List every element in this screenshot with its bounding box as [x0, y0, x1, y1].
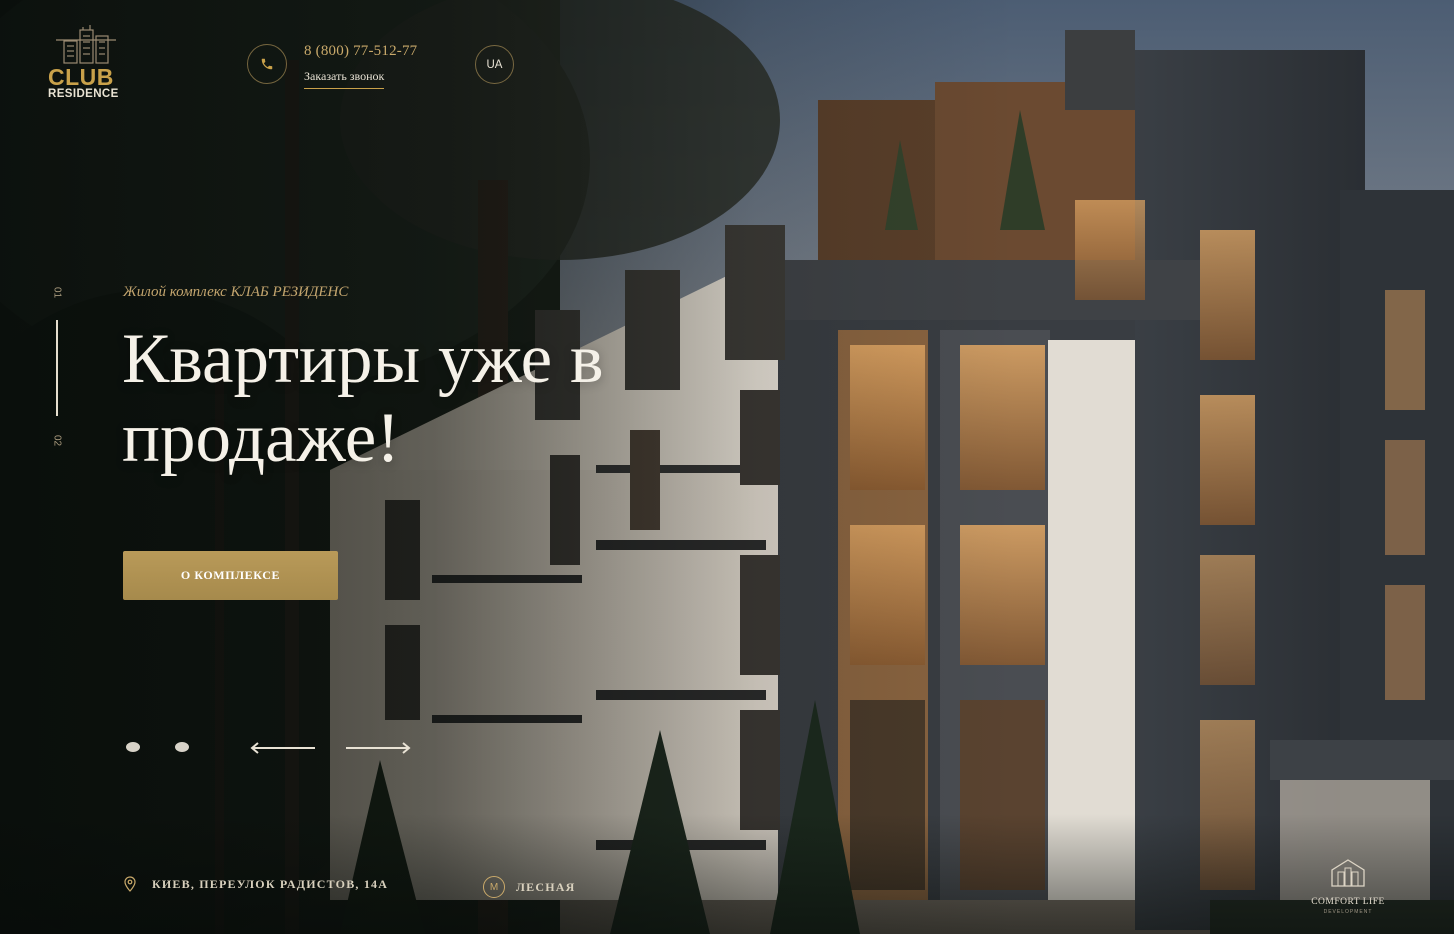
location-pin-icon — [124, 876, 136, 892]
metro-icon: M — [483, 876, 505, 898]
phone-number[interactable]: 8 (800) 77-512-77 — [304, 43, 417, 60]
footer-shade — [0, 814, 1454, 934]
metro-station: ЛЕСНАЯ — [516, 879, 576, 894]
phone-icon — [261, 58, 273, 70]
language-switch[interactable]: UA — [475, 45, 514, 84]
arrow-right-icon[interactable] — [345, 738, 411, 758]
logo-word: CLUB — [48, 64, 114, 90]
about-complex-button[interactable]: О КОМПЛЕКСЕ — [123, 551, 338, 600]
hero-headline: Квартиры уже в продаже! — [122, 320, 604, 477]
developer-tagline: DEVELOPMENT — [1323, 909, 1373, 915]
address-block[interactable]: КИЕВ, ПЕРЕУЛОК РАДИСТОВ, 14А — [124, 876, 388, 892]
callback-link[interactable]: Заказать звонок — [304, 69, 385, 89]
metro-block[interactable]: M ЛЕСНАЯ — [483, 876, 575, 898]
phone-button[interactable] — [247, 44, 287, 84]
building-logo-icon — [56, 25, 116, 64]
slider-dot-2[interactable] — [175, 742, 189, 752]
hero-subtitle: Жилой комплекс КЛАБ РЕЗИДЕНС — [123, 284, 349, 300]
slide-number-current[interactable]: 01 — [52, 286, 63, 300]
arrow-left-icon[interactable] — [250, 738, 316, 758]
slide-progress-line — [56, 320, 58, 416]
logo-subword: RESIDENCE — [48, 88, 119, 100]
club-residence-logo[interactable]: CLUB RESIDENCE — [48, 24, 124, 100]
slide-number-next[interactable]: 02 — [52, 434, 63, 448]
developer-logo[interactable]: COMFORT LIFE DEVELOPMENT — [1306, 858, 1390, 915]
developer-name: COMFORT LIFE — [1311, 897, 1385, 907]
developer-building-icon — [1331, 859, 1365, 887]
address-text: КИЕВ, ПЕРЕУЛОК РАДИСТОВ, 14А — [152, 876, 389, 891]
slider-dot-1[interactable] — [126, 742, 140, 752]
